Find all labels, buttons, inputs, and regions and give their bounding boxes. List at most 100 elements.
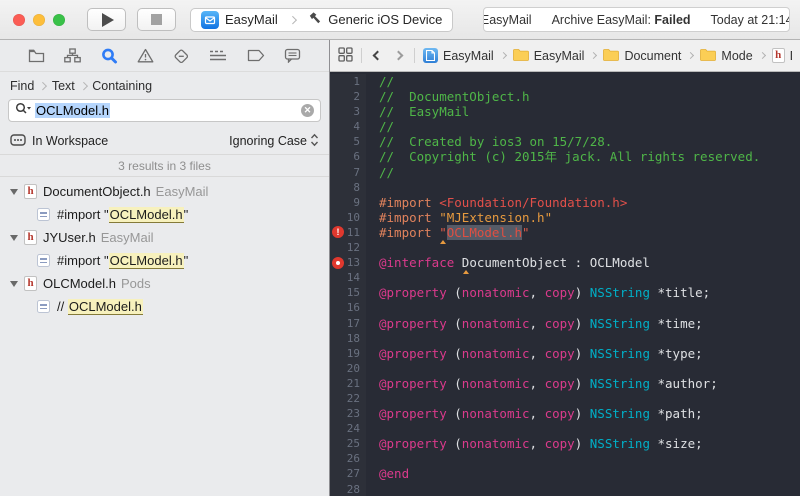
- issue-navigator-tab-icon[interactable]: [137, 48, 154, 63]
- line-number[interactable]: 3: [330, 104, 366, 120]
- line-number[interactable]: 2: [330, 89, 366, 105]
- case-mode-select[interactable]: Ignoring Case: [229, 133, 319, 150]
- line-number[interactable]: 20: [330, 360, 366, 376]
- find-navigator-tab-icon[interactable]: [101, 48, 118, 64]
- code-line[interactable]: 22: [330, 390, 800, 407]
- results-summary: 3 results in 3 files: [0, 154, 329, 177]
- go-forward-icon[interactable]: [393, 50, 404, 61]
- line-number[interactable]: 26: [330, 451, 366, 467]
- code-text: #import "MJExtension.h": [379, 209, 553, 225]
- breadcrumb-item[interactable]: Document: [603, 48, 681, 64]
- line-number[interactable]: 14: [330, 270, 366, 286]
- line-number[interactable]: 7: [330, 164, 366, 180]
- disclosure-triangle-icon[interactable]: [10, 234, 18, 241]
- disclosure-triangle-icon[interactable]: [10, 188, 18, 195]
- breadcrumb-label: Do: [790, 49, 792, 63]
- code-line[interactable]: 14: [330, 270, 800, 286]
- line-number[interactable]: 23: [330, 406, 366, 422]
- result-file-row[interactable]: h DocumentObject.h EasyMail: [0, 180, 329, 203]
- issue-dot-icon[interactable]: [332, 256, 344, 269]
- test-navigator-tab-icon[interactable]: [173, 48, 190, 64]
- line-number[interactable]: 25: [330, 436, 366, 452]
- code-line[interactable]: 24: [330, 421, 800, 437]
- run-button[interactable]: [87, 8, 126, 31]
- code-line[interactable]: 4 //: [330, 119, 800, 135]
- code-line[interactable]: 3 // EasyMail: [330, 104, 800, 120]
- line-number[interactable]: 5: [330, 134, 366, 150]
- code-line[interactable]: 13 @interface DocumentObject : OCLModel: [330, 255, 800, 271]
- code-line[interactable]: 9 #import <Foundation/Foundation.h>: [330, 194, 800, 210]
- code-line[interactable]: 12: [330, 240, 800, 256]
- line-number[interactable]: 8: [330, 179, 366, 195]
- result-match-row[interactable]: #import "OCLModel.h": [0, 203, 329, 226]
- breadcrumb-item[interactable]: EasyMail: [512, 48, 584, 64]
- code-line[interactable]: 18: [330, 330, 800, 346]
- find-bar-segment[interactable]: Containing: [92, 79, 152, 93]
- line-number[interactable]: 9: [330, 194, 366, 210]
- line-number[interactable]: 16: [330, 300, 366, 316]
- search-input[interactable]: OCLModel.h ✕: [8, 99, 321, 122]
- result-match-row[interactable]: // OCLModel.h: [0, 295, 329, 318]
- code-line[interactable]: 5 // Created by ios3 on 15/7/28.: [330, 134, 800, 150]
- code-line[interactable]: ! 11 #import "OCLModel.h": [330, 224, 800, 241]
- line-number[interactable]: 19: [330, 345, 366, 361]
- breakpoint-navigator-tab-icon[interactable]: [247, 49, 265, 62]
- code-line[interactable]: 21 @property (nonatomic, copy) NSString *…: [330, 375, 800, 391]
- code-line[interactable]: 7 //: [330, 164, 800, 180]
- code-line[interactable]: 2 // DocumentObject.h: [330, 89, 800, 105]
- result-match-row[interactable]: #import "OCLModel.h": [0, 249, 329, 272]
- line-number[interactable]: 17: [330, 315, 366, 331]
- code-line[interactable]: 27 @end: [330, 466, 800, 482]
- go-back-icon[interactable]: [372, 50, 383, 61]
- result-file-row[interactable]: h JYUser.h EasyMail: [0, 226, 329, 249]
- find-bar-segment[interactable]: Find: [10, 79, 34, 93]
- code-line[interactable]: 1 //: [330, 74, 800, 90]
- line-number[interactable]: 18: [330, 330, 366, 346]
- line-number[interactable]: 12: [330, 240, 366, 256]
- code-line[interactable]: 16: [330, 300, 800, 316]
- related-items-icon[interactable]: [338, 46, 353, 65]
- code-line[interactable]: 23 @property (nonatomic, copy) NSString *…: [330, 406, 800, 422]
- code-line[interactable]: 28: [330, 481, 800, 496]
- breadcrumb-item[interactable]: EasyMail: [423, 48, 494, 63]
- code-line[interactable]: 19 @property (nonatomic, copy) NSString *…: [330, 345, 800, 361]
- source-editor[interactable]: 1 // 2 // DocumentObject.h 3 // EasyMail 4 // 5 /…: [330, 72, 800, 496]
- line-number[interactable]: 10: [330, 209, 366, 225]
- line-number[interactable]: 1: [330, 74, 366, 90]
- scope-label[interactable]: In Workspace: [32, 134, 108, 148]
- line-number[interactable]: 6: [330, 149, 366, 165]
- code-line[interactable]: 20: [330, 360, 800, 376]
- line-number[interactable]: 27: [330, 466, 366, 482]
- code-line[interactable]: 8: [330, 179, 800, 195]
- zoom-window-button[interactable]: [53, 13, 65, 26]
- symbol-navigator-tab-icon[interactable]: [64, 48, 82, 63]
- scheme-selector[interactable]: EasyMail Generic iOS Device: [190, 7, 454, 32]
- clear-search-icon[interactable]: ✕: [301, 104, 314, 117]
- line-number[interactable]: 22: [330, 390, 366, 407]
- debug-navigator-tab-icon[interactable]: [209, 49, 227, 63]
- line-number[interactable]: 15: [330, 285, 366, 301]
- code-line[interactable]: 10 #import "MJExtension.h": [330, 209, 800, 225]
- code-line[interactable]: 26: [330, 451, 800, 467]
- code-line[interactable]: 25 @property (nonatomic, copy) NSString *…: [330, 436, 800, 452]
- report-navigator-tab-icon[interactable]: [284, 48, 301, 63]
- close-window-button[interactable]: [13, 13, 25, 26]
- activity-viewer[interactable]: EasyMail Archive EasyMail: Failed Today …: [483, 7, 790, 32]
- project-navigator-tab-icon[interactable]: [28, 48, 45, 63]
- code-line[interactable]: 15 @property (nonatomic, copy) NSString *…: [330, 285, 800, 301]
- line-number[interactable]: 24: [330, 421, 366, 437]
- line-number[interactable]: 21: [330, 375, 366, 391]
- breadcrumb-item[interactable]: Mode: [700, 48, 753, 64]
- result-file-project: EasyMail: [100, 230, 154, 245]
- stop-button[interactable]: [137, 8, 176, 31]
- disclosure-triangle-icon[interactable]: [10, 280, 18, 287]
- code-line[interactable]: 6 // Copyright (c) 2015年 jack. All rights…: [330, 149, 800, 165]
- breadcrumb-item[interactable]: h Do: [771, 48, 792, 63]
- search-icon[interactable]: [15, 102, 31, 120]
- minimize-window-button[interactable]: [33, 13, 45, 26]
- result-file-row[interactable]: h OLCModel.h Pods: [0, 272, 329, 295]
- line-number[interactable]: 4: [330, 119, 366, 135]
- line-number[interactable]: 28: [330, 481, 366, 496]
- code-line[interactable]: 17 @property (nonatomic, copy) NSString *…: [330, 315, 800, 331]
- find-bar-segment[interactable]: Text: [52, 79, 75, 93]
